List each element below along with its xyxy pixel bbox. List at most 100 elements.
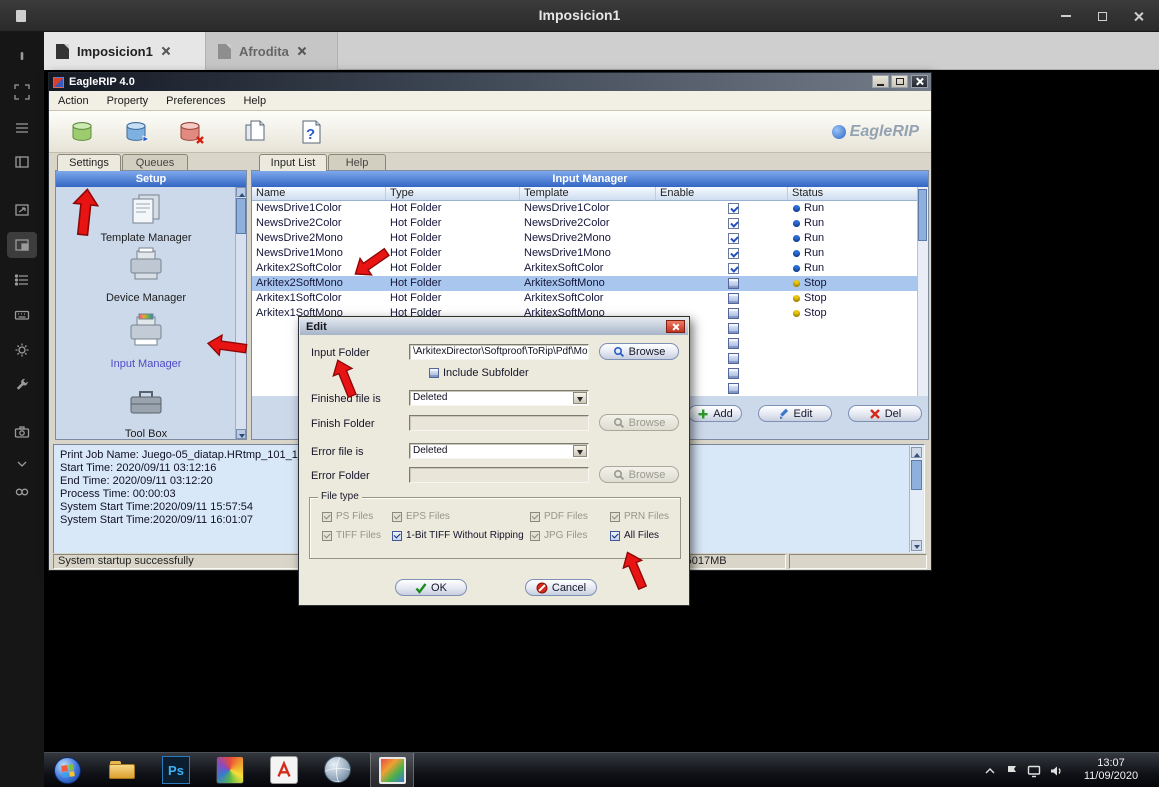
setup-item-tool-box[interactable]: Tool Box [56, 383, 236, 440]
start-queue-database-icon[interactable] [123, 118, 151, 146]
edit-button[interactable]: Edit [758, 405, 832, 422]
setup-panel-scrollbar[interactable] [235, 187, 246, 439]
table-row[interactable]: Arkitex1SoftColorHot FolderArkitexSoftCo… [252, 291, 928, 306]
filetype-1bit-tiff[interactable]: 1-Bit TIFF Without Ripping [392, 530, 524, 541]
enable-checkbox-checked-icon[interactable] [728, 233, 739, 244]
file-explorer-icon[interactable] [108, 756, 136, 784]
del-button[interactable]: Del [848, 405, 922, 422]
screenshot-camera-icon[interactable] [14, 424, 30, 440]
tab-close-icon[interactable] [161, 46, 171, 56]
enable-checkbox-checked-icon[interactable] [728, 203, 739, 214]
error-file-select[interactable]: Deleted [409, 443, 589, 459]
submit-job-database-icon[interactable] [69, 118, 97, 146]
taskbar-active-eaglerip[interactable] [370, 753, 414, 787]
column-template[interactable]: Template [520, 187, 656, 200]
table-row-selected[interactable]: Arkitex2SoftMonoHot FolderArkitexSoftMon… [252, 276, 928, 291]
table-scrollbar[interactable] [917, 187, 928, 396]
enable-checkbox-icon[interactable] [728, 383, 739, 394]
dropdown-arrow-icon[interactable] [573, 392, 587, 404]
fullscreen-icon[interactable] [14, 84, 30, 100]
enable-checkbox-icon[interactable] [728, 278, 739, 289]
scale-icon[interactable] [14, 237, 30, 253]
menu-preferences[interactable]: Preferences [157, 95, 234, 107]
stop-queue-database-icon[interactable] [177, 118, 205, 146]
menu-icon[interactable] [14, 120, 30, 136]
taskbar-clock[interactable]: 13:07 11/09/2020 [1069, 757, 1153, 783]
menu-action[interactable]: Action [49, 95, 98, 107]
eaglerip-close-button[interactable] [911, 75, 928, 88]
tab-imposicion1[interactable]: Imposicion1 [44, 32, 206, 70]
tab-input-list[interactable]: Input List [259, 154, 327, 171]
table-row[interactable]: NewsDrive1MonoHot FolderNewsDrive1MonoRu… [252, 246, 928, 261]
add-button[interactable]: Add [688, 405, 742, 422]
enable-checkbox-icon[interactable] [728, 338, 739, 349]
table-row[interactable]: NewsDrive2ColorHot FolderNewsDrive2Color… [252, 216, 928, 231]
tab-close-icon[interactable] [297, 46, 307, 56]
column-type[interactable]: Type [386, 187, 520, 200]
enable-checkbox-checked-icon[interactable] [728, 218, 739, 229]
tools-wrench-icon[interactable] [14, 377, 30, 393]
ok-button[interactable]: OK [395, 579, 467, 596]
help-icon[interactable]: ? [297, 118, 325, 146]
dropdown-arrow-icon[interactable] [573, 445, 587, 457]
paint-app-icon[interactable] [216, 756, 244, 784]
start-button[interactable] [54, 757, 81, 784]
tab-settings[interactable]: Settings [57, 154, 121, 171]
tab-afrodita[interactable]: Afrodita [206, 32, 338, 70]
table-row[interactable]: NewsDrive2MonoHot FolderNewsDrive2MonoRu… [252, 231, 928, 246]
maximize-button[interactable] [1089, 6, 1115, 26]
finished-file-select[interactable]: Deleted [409, 390, 589, 406]
scroll-down-icon[interactable] [236, 429, 246, 439]
scroll-up-icon[interactable] [911, 447, 922, 458]
filetype-all-files[interactable]: All Files [610, 530, 659, 541]
browse-input-folder-button[interactable]: Browse [599, 343, 679, 360]
tab-help[interactable]: Help [328, 154, 386, 171]
network-display-icon[interactable] [1027, 764, 1041, 778]
enable-checkbox-icon[interactable] [728, 293, 739, 304]
table-row[interactable]: NewsDrive1ColorHot FolderNewsDrive1Color… [252, 201, 928, 216]
close-button[interactable] [1125, 6, 1151, 26]
disconnect-link-icon[interactable] [14, 484, 30, 500]
list-icon[interactable] [14, 272, 30, 288]
volume-icon[interactable] [1049, 764, 1063, 778]
column-status[interactable]: Status [788, 187, 928, 200]
minimize-button[interactable] [1053, 6, 1079, 26]
enable-checkbox-icon[interactable] [728, 323, 739, 334]
browser-globe-icon[interactable] [324, 756, 352, 784]
copy-document-icon[interactable] [241, 118, 269, 146]
column-name[interactable]: Name [252, 187, 386, 200]
log-scrollbar[interactable] [909, 446, 923, 552]
eaglerip-minimize-button[interactable] [872, 75, 889, 88]
tab-queues[interactable]: Queues [122, 154, 188, 171]
scroll-thumb[interactable] [911, 460, 922, 490]
action-center-flag-icon[interactable] [1005, 764, 1019, 778]
column-enable[interactable]: Enable [656, 187, 788, 200]
dialog-close-button[interactable] [666, 320, 685, 333]
tray-expand-icon[interactable] [983, 764, 997, 778]
include-subfolder-checkbox[interactable]: Include Subfolder [429, 367, 529, 379]
photoshop-icon[interactable]: Ps [162, 756, 190, 784]
scroll-thumb[interactable] [236, 198, 246, 234]
menu-help[interactable]: Help [234, 95, 275, 107]
window-panel-icon[interactable] [14, 154, 30, 170]
enable-checkbox-checked-icon[interactable] [728, 248, 739, 259]
eaglerip-titlebar[interactable]: EagleRIP 4.0 [49, 73, 931, 91]
enable-checkbox-checked-icon[interactable] [728, 263, 739, 274]
enable-checkbox-icon[interactable] [728, 368, 739, 379]
scroll-down-icon[interactable] [911, 540, 922, 551]
scroll-up-icon[interactable] [236, 187, 246, 197]
menu-property[interactable]: Property [98, 95, 158, 107]
edit-dialog-titlebar[interactable]: Edit [300, 318, 688, 335]
acrobat-pdf-icon[interactable] [270, 756, 298, 784]
chevron-down-icon[interactable] [14, 456, 30, 472]
keyboard-icon[interactable] [14, 307, 30, 323]
enable-checkbox-icon[interactable] [728, 308, 739, 319]
pin-icon[interactable] [14, 48, 30, 64]
input-folder-field[interactable]: \ArkitexDirector\Softproof\ToRip\Pdf\Mon… [409, 344, 589, 360]
eaglerip-maximize-button[interactable] [891, 75, 908, 88]
dynamic-resolution-icon[interactable] [14, 202, 30, 218]
cancel-button[interactable]: Cancel [525, 579, 597, 596]
enable-checkbox-icon[interactable] [728, 353, 739, 364]
scroll-thumb[interactable] [918, 189, 927, 241]
settings-gear-icon[interactable] [14, 342, 30, 358]
